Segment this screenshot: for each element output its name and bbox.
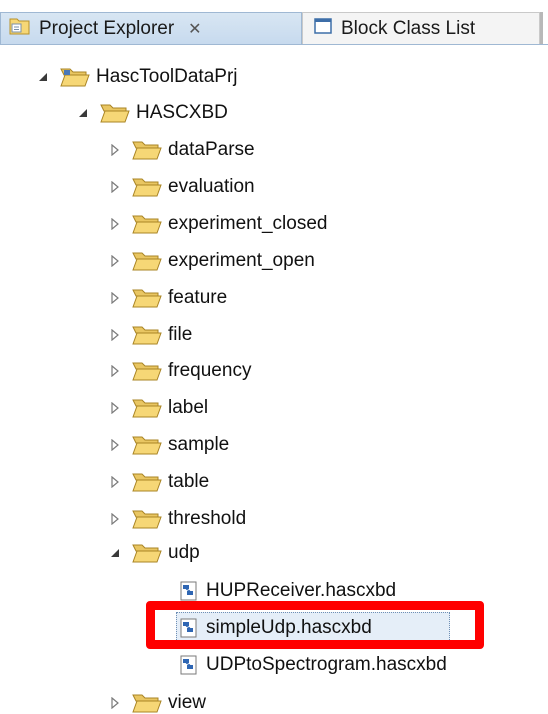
folder-icon — [132, 324, 162, 346]
tree-item-folder[interactable]: sample — [0, 427, 548, 463]
tree-item-file-selected[interactable]: simpleUdp.hascxbd — [0, 610, 548, 646]
collapsed-arrow-icon[interactable] — [108, 475, 122, 489]
folder-icon — [132, 213, 162, 235]
open-folder-icon — [132, 542, 162, 564]
tree-item-label: udp — [168, 542, 200, 563]
collapsed-arrow-icon[interactable] — [108, 291, 122, 305]
tree-item-label: frequency — [168, 360, 252, 381]
tree-item-label: experiment_open — [168, 250, 315, 271]
view-tab-bar: Project Explorer ✕ Block Class List — [0, 0, 548, 45]
collapsed-arrow-icon[interactable] — [108, 401, 122, 415]
tree-item-folder[interactable]: file — [0, 317, 548, 353]
collapsed-arrow-icon[interactable] — [108, 328, 122, 342]
project-explorer-view: Project Explorer ✕ Block Class List Hasc… — [0, 0, 548, 714]
folder-icon — [132, 287, 162, 309]
folder-icon — [132, 471, 162, 493]
tab-project-explorer[interactable]: Project Explorer ✕ — [0, 12, 302, 44]
project-tree[interactable]: HascToolDataPrj HASCXBD dataParse evaluat… — [0, 45, 548, 714]
collapsed-arrow-icon[interactable] — [108, 217, 122, 231]
hascxbd-file-icon — [178, 653, 200, 677]
tree-item-label: simpleUdp.hascxbd — [206, 617, 372, 638]
folder-icon — [132, 139, 162, 161]
tree-item-label: UDPtoSpectrogram.hascxbd — [206, 654, 447, 675]
tree-item-label: HASCXBD — [136, 102, 228, 123]
folder-icon — [132, 692, 162, 714]
tree-item-folder[interactable]: label — [0, 390, 548, 426]
tree-item-folder[interactable]: frequency — [0, 353, 548, 389]
hascxbd-file-icon — [178, 616, 200, 640]
project-folder-icon — [60, 66, 90, 88]
expanded-arrow-icon[interactable] — [108, 546, 122, 560]
folder-icon — [132, 508, 162, 530]
collapsed-arrow-icon[interactable] — [108, 438, 122, 452]
folder-icon — [132, 360, 162, 382]
expanded-arrow-icon[interactable] — [36, 70, 50, 84]
tree-item-folder[interactable]: table — [0, 464, 548, 500]
tree-item-label: HascToolDataPrj — [96, 66, 238, 87]
tree-item-folder[interactable]: evaluation — [0, 169, 548, 205]
folder-icon — [132, 434, 162, 456]
tree-item-folder[interactable]: experiment_open — [0, 243, 548, 279]
collapsed-arrow-icon[interactable] — [108, 696, 122, 710]
collapsed-arrow-icon[interactable] — [108, 143, 122, 157]
tree-item-label: sample — [168, 434, 230, 455]
tree-item-label: feature — [168, 287, 228, 308]
folder-icon — [132, 397, 162, 419]
expanded-arrow-icon[interactable] — [76, 106, 90, 120]
close-icon[interactable]: ✕ — [188, 19, 201, 39]
tree-item-file[interactable]: HUPReceiver.hascxbd — [0, 573, 548, 609]
folder-icon — [132, 250, 162, 272]
block-class-list-icon — [313, 16, 333, 42]
tree-item-label: label — [168, 397, 209, 418]
tree-item-udp[interactable]: udp — [0, 535, 548, 571]
tree-item-root[interactable]: HascToolDataPrj — [0, 59, 548, 95]
tree-item-label: dataParse — [168, 139, 255, 160]
collapsed-arrow-icon[interactable] — [108, 254, 122, 268]
tree-item-label: threshold — [168, 508, 247, 529]
collapsed-arrow-icon[interactable] — [108, 512, 122, 526]
tab-project-explorer-label: Project Explorer — [39, 17, 175, 39]
tree-item-label: table — [168, 471, 210, 492]
tree-item-folder[interactable]: dataParse — [0, 132, 548, 168]
tree-item-label: view — [168, 692, 207, 713]
project-explorer-icon — [9, 16, 31, 42]
hascxbd-file-icon — [178, 579, 200, 603]
tree-item-label: experiment_closed — [168, 213, 328, 234]
collapsed-arrow-icon[interactable] — [108, 364, 122, 378]
tree-item-label: HUPReceiver.hascxbd — [206, 580, 397, 601]
collapsed-arrow-icon[interactable] — [108, 180, 122, 194]
tab-block-class-list-label: Block Class List — [341, 17, 476, 39]
tree-item-file[interactable]: UDPtoSpectrogram.hascxbd — [0, 647, 548, 683]
open-folder-icon — [100, 102, 130, 124]
tree-item-hascxbd[interactable]: HASCXBD — [0, 95, 548, 131]
tree-item-folder[interactable]: feature — [0, 280, 548, 316]
tree-item-folder[interactable]: threshold — [0, 501, 548, 537]
tree-item-label: evaluation — [168, 176, 255, 197]
folder-icon — [132, 176, 162, 198]
tab-block-class-list[interactable]: Block Class List — [302, 12, 540, 44]
tree-item-view[interactable]: view — [0, 685, 548, 714]
tab-divider — [540, 12, 543, 44]
tree-item-folder[interactable]: experiment_closed — [0, 206, 548, 242]
tree-item-label: file — [168, 324, 193, 345]
